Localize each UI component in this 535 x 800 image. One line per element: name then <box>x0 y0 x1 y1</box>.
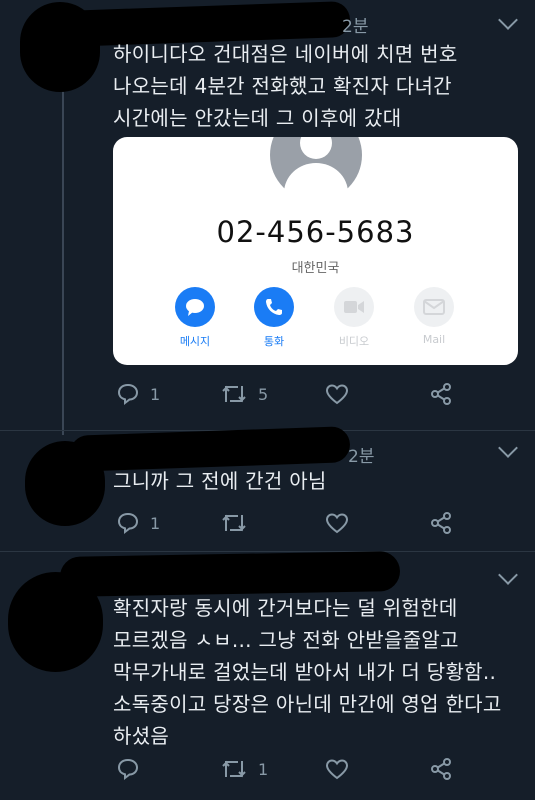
retweet-icon <box>222 760 246 778</box>
contact-video-button[interactable]: 비디오 <box>324 287 384 349</box>
message-icon <box>175 287 215 327</box>
like-button[interactable] <box>325 379 349 409</box>
contact-message-button[interactable]: 메시지 <box>165 287 225 349</box>
reply-icon <box>117 758 139 781</box>
like-button[interactable] <box>325 508 349 538</box>
heart-icon <box>325 513 349 534</box>
reply-icon <box>117 512 139 535</box>
tweet-3[interactable]: 확진자랑 동시에 간거보다는 덜 위험한데 모르겠음 ㅅㅂ... 그냥 전화 안… <box>0 551 535 800</box>
heart-icon <box>325 384 349 405</box>
video-icon <box>334 287 374 327</box>
reply-icon <box>117 383 139 406</box>
tweet-actions: 1 5 <box>113 379 463 409</box>
chevron-down-icon[interactable] <box>498 565 518 585</box>
retweet-button[interactable] <box>220 508 258 538</box>
tweet-1[interactable]: 2분 하이니다오 건대점은 네이버에 치면 번호 나오는데 4분간 전화했고 확… <box>0 0 535 430</box>
share-icon <box>431 383 451 405</box>
tweet-text: 확진자랑 동시에 간거보다는 덜 위험한데 모르겠음 ㅅㅂ... 그냥 전화 안… <box>113 596 502 748</box>
contact-phone-number: 02-456-5683 <box>216 215 415 249</box>
heart-icon <box>325 759 349 780</box>
reply-button[interactable]: 1 <box>116 508 160 538</box>
retweet-button[interactable]: 1 <box>220 754 268 784</box>
retweet-button[interactable]: 5 <box>220 379 268 409</box>
chevron-down-icon[interactable] <box>498 438 518 458</box>
tweet-actions: 1 <box>113 508 463 538</box>
like-button[interactable] <box>325 754 349 784</box>
contact-country: 대한민국 <box>291 261 340 276</box>
phone-icon <box>254 287 294 327</box>
tweet-time: 2분 <box>342 17 369 37</box>
reply-count: 1 <box>150 384 161 404</box>
chevron-down-icon[interactable] <box>498 10 518 30</box>
contact-video-label: 비디오 <box>338 335 370 348</box>
contact-call-button[interactable]: 통화 <box>244 287 304 349</box>
tweet-time: 2분 <box>348 447 375 467</box>
share-button[interactable] <box>429 754 453 784</box>
tweet-actions: 1 <box>113 754 463 784</box>
reply-count: 1 <box>150 513 161 533</box>
retweet-icon <box>222 385 246 403</box>
tweet-text: 하이니다오 건대점은 네이버에 치면 번호 나오는데 4분간 전화했고 확진자 … <box>113 42 458 130</box>
redacted-name-scribble <box>59 551 401 597</box>
tweet-text: 그니까 그 전에 간건 아님 <box>113 469 327 493</box>
retweet-icon <box>222 514 246 532</box>
reply-button[interactable]: 1 <box>116 379 160 409</box>
share-icon <box>431 758 451 780</box>
contact-message-label: 메시지 <box>179 335 211 348</box>
contact-card-image[interactable]: 02-456-5683 대한민국 메시지 통화 비디오 Mail <box>113 137 518 365</box>
share-button[interactable] <box>429 508 453 538</box>
contact-avatar-icon <box>270 137 362 201</box>
retweet-count: 1 <box>258 759 269 779</box>
share-button[interactable] <box>429 379 453 409</box>
tweet-2[interactable]: 2분 그니까 그 전에 간건 아님 1 <box>0 426 535 550</box>
mail-icon <box>414 287 454 327</box>
contact-mail-label: Mail <box>422 333 446 346</box>
contact-call-label: 통화 <box>263 335 285 348</box>
retweet-count: 5 <box>258 384 269 404</box>
reply-button[interactable] <box>116 754 150 784</box>
share-icon <box>431 512 451 534</box>
contact-mail-button[interactable]: Mail <box>404 287 464 346</box>
